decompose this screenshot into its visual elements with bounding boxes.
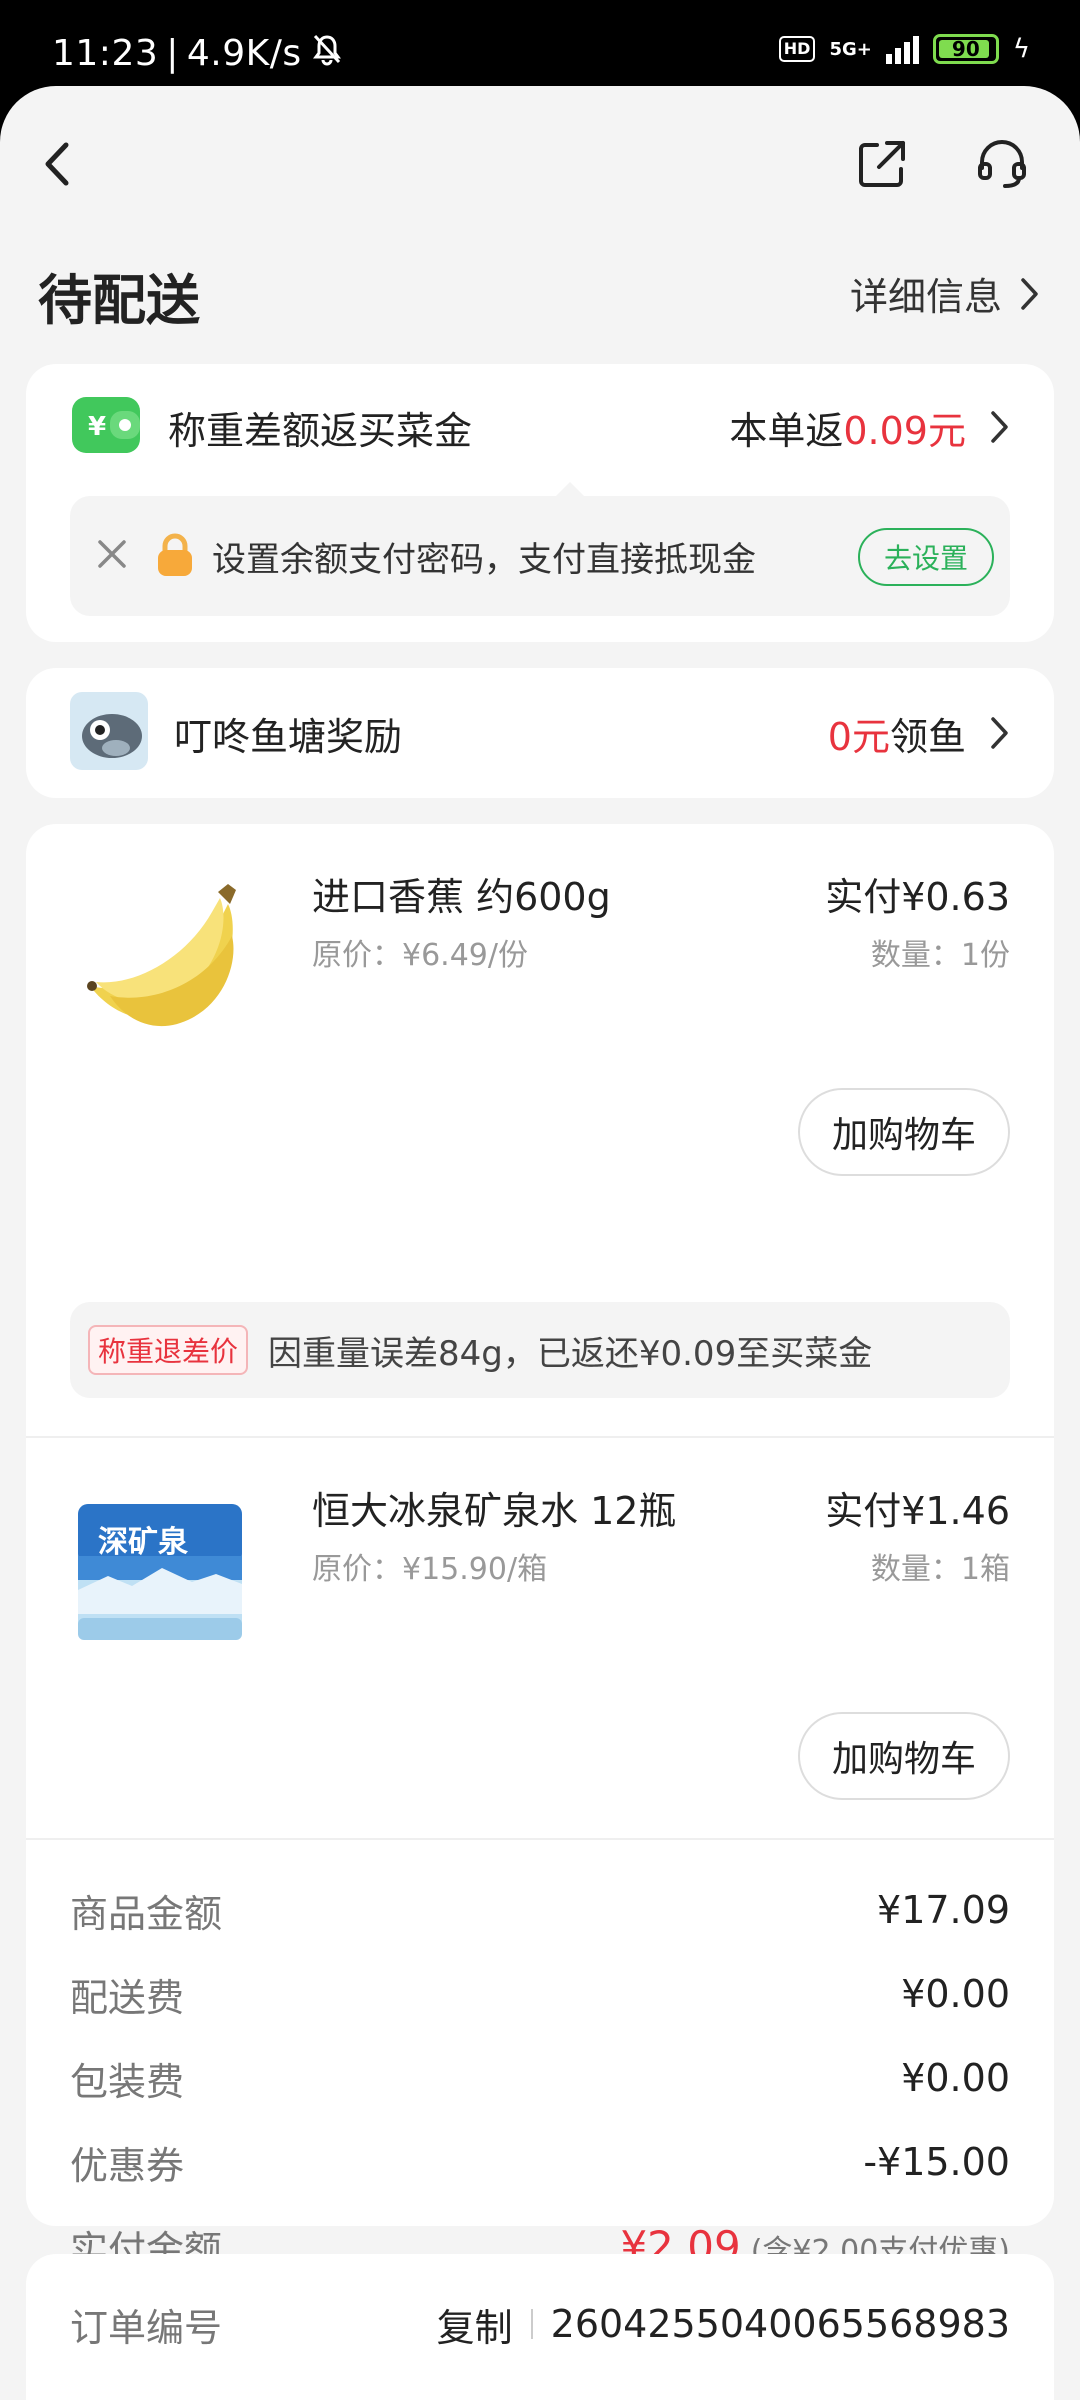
- fish-title: 叮咚鱼塘奖励: [174, 714, 403, 759]
- network-label: 5G+: [829, 38, 872, 60]
- back-icon[interactable]: [18, 124, 98, 204]
- fish-amount: 0元: [827, 714, 890, 759]
- cashback-row[interactable]: ¥ 称重差额返买菜金 本单返0.09元: [70, 394, 1010, 460]
- goods-amount-label: 商品金额: [70, 1891, 223, 1936]
- product-quantity: 数量：1份: [870, 938, 1010, 973]
- weigh-refund-box: 称重退差价 因重量误差84g，已返还¥0.09至买菜金: [70, 1302, 1010, 1398]
- product-original-price: 原价：¥15.90/箱: [312, 1552, 548, 1587]
- separator: [530, 2309, 533, 2339]
- signal-icon: [885, 34, 919, 64]
- delivery-fee-value: ¥0.00: [901, 1972, 1010, 2016]
- svg-text:¥: ¥: [88, 412, 106, 442]
- status-separator: |: [166, 33, 179, 74]
- detail-link[interactable]: 详细信息: [850, 266, 1040, 321]
- status-bar: 11:23 | 4.9K/s HD 5G+ 90 ϟ: [0, 0, 1080, 90]
- share-icon[interactable]: [842, 124, 922, 204]
- fish-icon: [70, 692, 148, 774]
- close-icon[interactable]: [92, 534, 132, 578]
- add-to-cart-button[interactable]: 加购物车: [798, 1712, 1010, 1800]
- fish-row: 叮咚鱼塘奖励 0元领鱼: [70, 692, 1010, 774]
- coupon-row: 优惠券 -¥15.00: [70, 2132, 1010, 2192]
- tip-pointer: [554, 482, 586, 498]
- cashback-amount-group: 本单返0.09元: [729, 400, 1010, 455]
- product-quantity: 数量：1箱: [870, 1552, 1010, 1587]
- water-pack-image: 深矿泉: [70, 1478, 250, 1658]
- order-detail-screen: 待配送 详细信息 ¥ 称重差额返买菜金 本单返0.09元 设置余额支付密码，支付…: [0, 86, 1080, 2400]
- fish-pond-card[interactable]: 叮咚鱼塘奖励 0元领鱼: [26, 668, 1054, 798]
- banana-image: [70, 864, 250, 1044]
- chevron-right-icon: [991, 717, 1008, 749]
- status-time: 11:23: [52, 33, 159, 74]
- weigh-refund-text: 因重量误差84g，已返还¥0.09至买菜金: [268, 1333, 873, 1374]
- order-items-card: 进口香蕉 约600g 原价：¥6.49/份 实付¥0.63 数量：1份 加购物车…: [26, 824, 1054, 2272]
- product-item: 深矿泉 恒大冰泉矿泉水 12瓶 原价：¥15.90/箱 实付¥1.46 数量：1…: [26, 1438, 1054, 1932]
- product-paid: 实付¥1.46: [825, 1489, 1010, 1533]
- password-tip: 设置余额支付密码，支付直接抵现金 去设置: [70, 482, 1010, 616]
- coupon-value: -¥15.00: [863, 2140, 1010, 2184]
- goods-amount-value: ¥17.09: [877, 1888, 1010, 1932]
- divider: [26, 1838, 1054, 1840]
- battery-level: 90: [951, 37, 980, 61]
- title-row: 待配送 详细信息: [0, 256, 1080, 336]
- packing-fee-value: ¥0.00: [901, 2056, 1010, 2100]
- page-title: 待配送: [38, 269, 200, 332]
- nav-bar: [0, 86, 1080, 236]
- product-original-price: 原价：¥6.49/份: [312, 938, 528, 973]
- product-name: 恒大冰泉矿泉水 12瓶: [312, 1489, 677, 1533]
- copy-button[interactable]: 复制: [437, 2297, 513, 2352]
- packing-fee-label: 包装费: [70, 2059, 185, 2104]
- charging-icon: ϟ: [1012, 34, 1030, 64]
- cashback-title: 称重差额返买菜金: [168, 408, 473, 453]
- customer-service-icon[interactable]: [962, 124, 1042, 204]
- order-number-label: 订单编号: [70, 2305, 223, 2350]
- product-paid: 实付¥0.63: [825, 875, 1010, 919]
- product-name: 进口香蕉 约600g: [312, 875, 611, 919]
- order-number-group: 复制 2604255040065568983: [437, 2297, 1010, 2352]
- cashback-amount: 0.09元: [843, 408, 966, 453]
- add-to-cart-button[interactable]: 加购物车: [798, 1088, 1010, 1176]
- coupon-label: 优惠券: [70, 2143, 185, 2188]
- chevron-right-icon: [991, 411, 1008, 443]
- battery-icon: 90: [932, 34, 999, 64]
- hd-badge: HD: [778, 36, 816, 62]
- product-item: 进口香蕉 约600g 原价：¥6.49/份 实付¥0.63 数量：1份 加购物车…: [26, 824, 1054, 1420]
- status-left: 11:23 | 4.9K/s: [52, 32, 344, 75]
- lock-icon: [154, 532, 196, 582]
- delivery-fee-row: 配送费 ¥0.00: [70, 1964, 1010, 2024]
- order-info-card: 订单编号 复制 2604255040065568983: [26, 2254, 1054, 2400]
- order-number-row: 订单编号 复制 2604255040065568983: [70, 2294, 1010, 2354]
- packing-fee-row: 包装费 ¥0.00: [70, 2048, 1010, 2108]
- order-number: 2604255040065568983: [550, 2302, 1010, 2346]
- cashback-card: ¥ 称重差额返买菜金 本单返0.09元 设置余额支付密码，支付直接抵现金 去设置: [26, 364, 1054, 642]
- delivery-fee-label: 配送费: [70, 1975, 185, 2020]
- package-text: 深矿泉: [98, 1525, 188, 1560]
- set-password-button[interactable]: 去设置: [857, 528, 994, 586]
- fish-action: 领鱼: [889, 714, 966, 759]
- mute-icon: [310, 32, 344, 75]
- goods-amount-row: 商品金额 ¥17.09: [70, 1880, 1010, 1940]
- detail-link-label: 详细信息: [849, 275, 1002, 319]
- wallet-icon: ¥: [70, 393, 142, 461]
- status-speed: 4.9K/s: [186, 33, 302, 74]
- cashback-prefix: 本单返: [729, 408, 844, 453]
- tip-text: 设置余额支付密码，支付直接抵现金: [212, 540, 756, 580]
- chevron-right-icon: [1021, 277, 1038, 310]
- fish-amount-group: 0元领鱼: [828, 706, 1010, 761]
- status-right: HD 5G+ 90 ϟ: [778, 34, 1030, 64]
- weigh-refund-tag: 称重退差价: [88, 1325, 249, 1375]
